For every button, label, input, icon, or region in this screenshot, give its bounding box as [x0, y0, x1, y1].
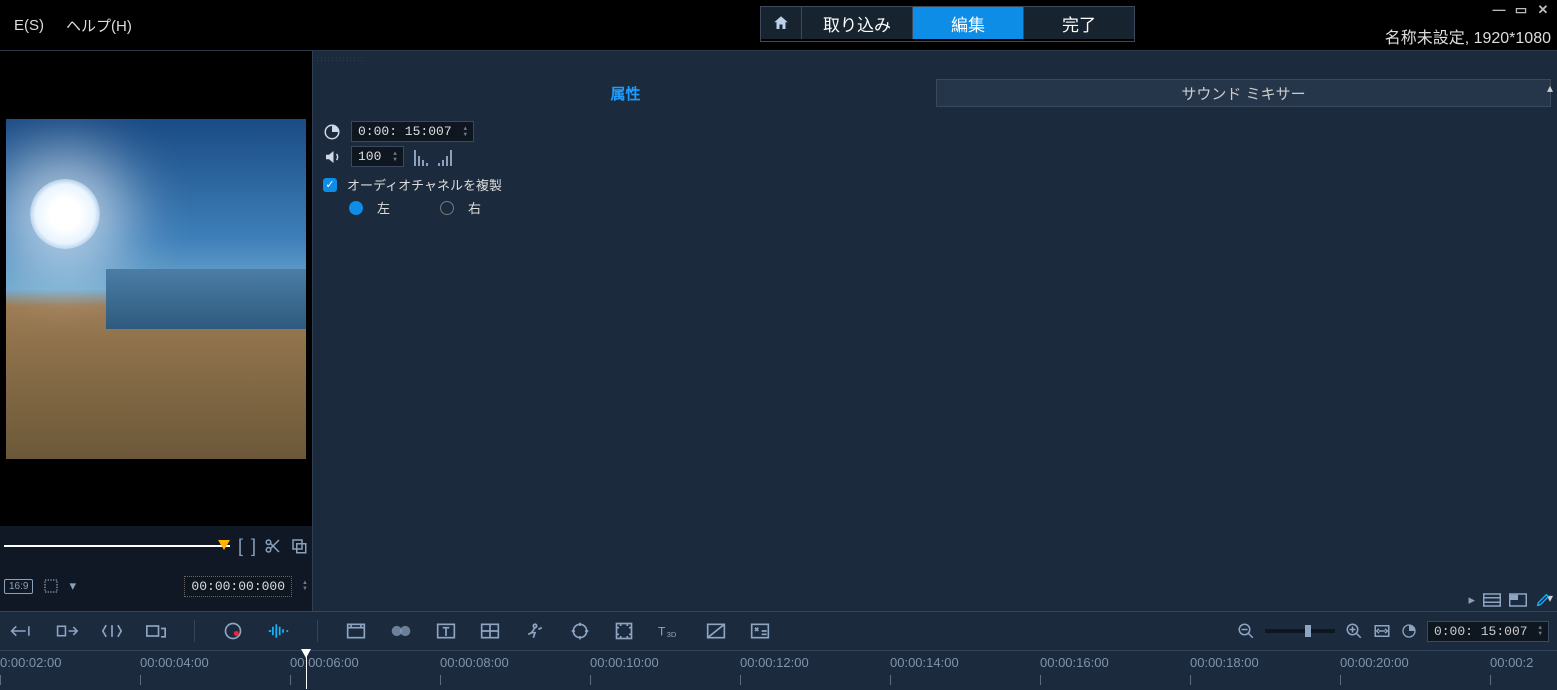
zoom-out-icon[interactable]	[1237, 622, 1255, 640]
cut-icon[interactable]	[264, 537, 282, 555]
tab-attributes[interactable]: 属性	[319, 79, 932, 107]
menu-help[interactable]: ヘルプ(H)	[60, 11, 138, 40]
resize-preview-icon[interactable]	[43, 578, 59, 594]
playhead[interactable]	[306, 651, 307, 689]
svg-text:T: T	[658, 624, 666, 638]
duplicate-channel-checkbox[interactable]: ✓	[323, 178, 337, 192]
tab-sound-mixer[interactable]: サウンド ミキサー	[936, 79, 1551, 107]
mode-tab-share[interactable]: 完了	[1024, 7, 1134, 39]
options-panel: ::::::::::::: 属性 サウンド ミキサー 0:00: 15:007 …	[313, 51, 1557, 611]
chevron-down-icon[interactable]: ▾	[69, 578, 76, 594]
duration-icon	[323, 123, 341, 141]
mark-out-button[interactable]: ]	[251, 536, 256, 557]
mode-tab-capture[interactable]: 取り込み	[802, 7, 913, 39]
tracking-icon[interactable]	[570, 621, 590, 641]
transition-icon[interactable]	[390, 622, 412, 640]
record-icon[interactable]	[223, 621, 243, 641]
panel-grip[interactable]: :::::::::::::	[317, 57, 365, 63]
chroma-icon[interactable]	[750, 622, 770, 640]
scroll-up-icon[interactable]: ▴	[1547, 81, 1553, 95]
panel-scrollbar[interactable]: ▴ ▾	[1545, 81, 1557, 611]
preview-timecode[interactable]: 00:00:00:000	[184, 576, 292, 597]
project-duration-icon	[1401, 623, 1417, 639]
split-icon[interactable]	[102, 622, 122, 640]
fit-project-icon[interactable]	[1373, 622, 1391, 640]
view-timeline-icon[interactable]	[1509, 593, 1527, 607]
transport-bar: [ ]	[0, 526, 312, 566]
mode-tab-edit[interactable]: 編集	[913, 7, 1024, 39]
radio-right-label: 右	[468, 198, 481, 217]
undo-icon[interactable]	[10, 622, 32, 640]
radio-left[interactable]	[349, 201, 363, 215]
mask-icon[interactable]	[706, 622, 726, 640]
fade-in-icon[interactable]	[414, 148, 428, 166]
duplicate-channel-label: オーディオチャネルを複製	[347, 175, 502, 194]
volume-stepper[interactable]: ▲▼	[393, 151, 397, 163]
aspect-badge[interactable]: 16:9	[4, 579, 33, 594]
progress-bar[interactable]	[4, 545, 230, 547]
fade-out-icon[interactable]	[438, 148, 452, 166]
project-duration-field[interactable]: 0:00: 15:007 ▲▼	[1427, 621, 1549, 642]
svg-text:3D: 3D	[667, 630, 677, 639]
menu-settings[interactable]: E(S)	[8, 13, 50, 38]
zoom-in-icon[interactable]	[1345, 622, 1363, 640]
preview-panel: [ ] 16:9 ▾ 00:00:00:000 ▲▼	[0, 51, 313, 611]
audio-icon[interactable]	[267, 622, 289, 640]
timecode-stepper[interactable]: ▲▼	[302, 580, 308, 592]
snapshot-icon[interactable]	[290, 537, 308, 555]
minimize-button[interactable]: —	[1491, 2, 1507, 18]
project-info: 名称未設定, 1920*1080	[1385, 24, 1551, 48]
media-icon[interactable]	[346, 622, 366, 640]
title-icon[interactable]	[436, 622, 456, 640]
duration-field[interactable]: 0:00: 15:007 ▲▼	[351, 121, 474, 142]
home-icon	[772, 14, 790, 32]
motion-icon[interactable]	[524, 621, 546, 641]
volume-field[interactable]: 100 ▲▼	[351, 146, 404, 167]
edit-icon[interactable]	[1535, 592, 1551, 608]
preview-canvas[interactable]	[0, 51, 312, 526]
timeline: T3D 0:00: 15:007 ▲▼ 0:00:02:0000:00:04:0…	[0, 611, 1557, 690]
close-button[interactable]: ✕	[1535, 2, 1551, 18]
view-storyboard-icon[interactable]	[1483, 593, 1501, 607]
duration-stepper[interactable]: ▲▼	[463, 126, 467, 138]
mark-in-button[interactable]: [	[238, 536, 243, 557]
mode-tab-home[interactable]	[761, 7, 802, 39]
3d-title-icon[interactable]: T3D	[658, 622, 682, 640]
ripple-icon[interactable]	[56, 622, 78, 640]
maximize-button[interactable]: ▭	[1513, 2, 1529, 18]
timeline-toolbar: T3D 0:00: 15:007 ▲▼	[0, 612, 1557, 651]
zoom-slider[interactable]	[1265, 629, 1335, 633]
titlebar: E(S) ヘルプ(H) 取り込み 編集 完了 — ▭ ✕ 名称未設定, 1920…	[0, 0, 1557, 50]
group-icon[interactable]	[146, 622, 166, 640]
radio-right[interactable]	[440, 201, 454, 215]
timeline-ruler[interactable]: 0:00:02:0000:00:04:0000;00:06:0000:00:08…	[0, 651, 1557, 689]
pan-zoom-icon[interactable]	[614, 621, 634, 641]
scroll-right-icon[interactable]: ▸	[1468, 592, 1475, 608]
volume-icon	[323, 148, 341, 166]
radio-left-label: 左	[377, 198, 390, 217]
grid-icon[interactable]	[480, 622, 500, 640]
